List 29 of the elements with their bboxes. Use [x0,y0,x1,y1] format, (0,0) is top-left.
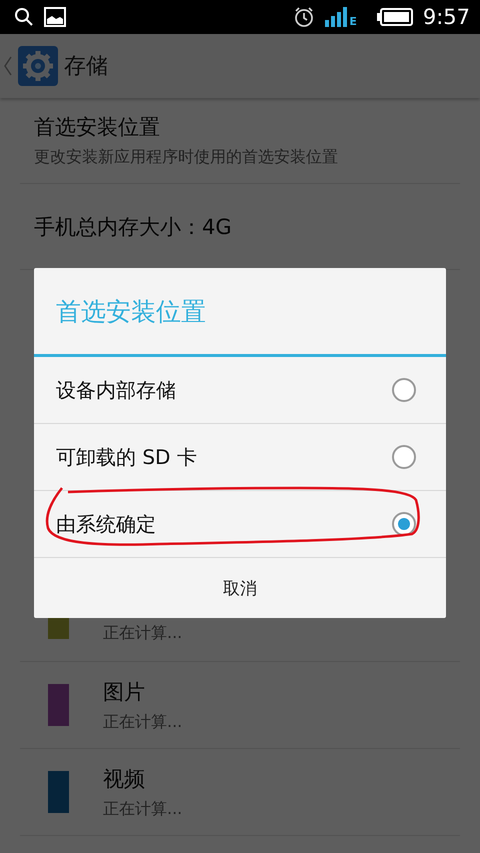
cancel-button[interactable]: 取消 [34,558,446,618]
category-status: 正在计算... [103,798,182,820]
radio-button[interactable] [392,445,416,469]
option-row[interactable]: 可卸载的 SD 卡 [34,424,446,491]
option-row[interactable]: 设备内部存储 [34,357,446,424]
setting-description: 更改安装新应用程序时使用的首选安装位置 [34,147,339,168]
category-title: 视频 [103,766,146,792]
gear-icon [18,46,58,86]
search-icon [14,7,34,27]
back-icon[interactable] [4,56,12,76]
dialog-title: 首选安装位置 [34,268,446,357]
signal-icon [325,7,348,27]
network-type: E [349,15,357,28]
option-label: 可卸载的 SD 卡 [56,444,197,470]
category-status: 正在计算... [103,712,182,732]
setting-title: 首选安装位置 [34,114,161,141]
alarm-icon [293,6,316,28]
radio-button[interactable] [392,512,416,536]
image-icon [44,7,66,27]
option-row[interactable]: 由系统确定 [34,491,446,558]
option-label: 由系统确定 [56,510,156,538]
clock-time: 9:57 [422,5,470,29]
screen-title: 存储 [64,53,108,81]
option-label: 设备内部存储 [56,376,176,404]
category-title: 图片 [103,678,146,706]
radio-button[interactable] [392,378,416,402]
battery-icon [376,8,413,26]
category-status: 正在计算... [103,622,182,644]
setting-title: 手机总内存大小：4G [34,214,233,240]
